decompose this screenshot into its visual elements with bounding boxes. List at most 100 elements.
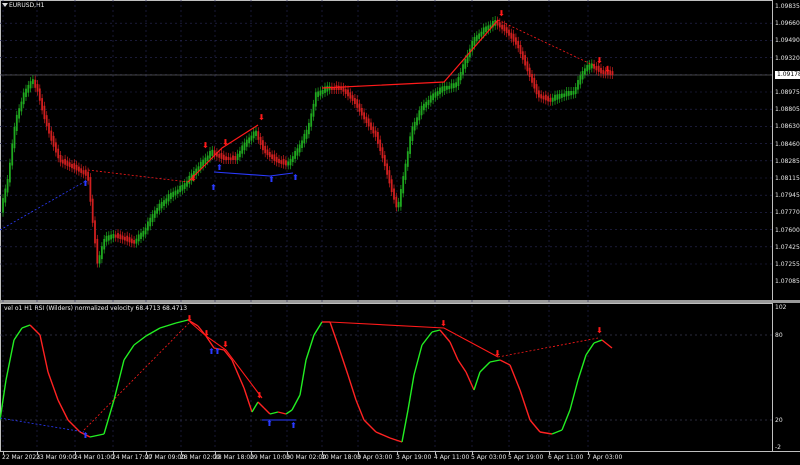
oscillator-segment: [585, 342, 595, 356]
oscillator-segment: [407, 374, 415, 411]
candle-body: [597, 65, 600, 72]
candle-body: [218, 153, 221, 158]
price-support-line: [213, 171, 294, 177]
candle-body: [25, 88, 27, 97]
sell-signal-marker: ⬇: [222, 138, 229, 147]
candle-body: [147, 221, 149, 231]
oscillator-segment: [449, 341, 459, 361]
candle-body: [107, 235, 110, 241]
candle-body: [80, 168, 83, 173]
candle-body: [149, 217, 152, 227]
candle-body: [600, 67, 602, 74]
oscillator-segment: [5, 339, 15, 381]
oscillator-segment: [519, 389, 531, 421]
candle-body: [128, 237, 131, 243]
candle-body: [579, 75, 582, 85]
candle-body: [84, 169, 87, 176]
sell-signal-marker: ⬇: [596, 56, 603, 65]
candle-body: [32, 79, 34, 85]
candle-body: [554, 94, 556, 101]
candle-body: [27, 84, 30, 93]
indicator-sell-marker: ⬇: [494, 349, 501, 358]
candle-body: [611, 71, 614, 75]
candle-body: [183, 183, 186, 189]
candle-body: [593, 63, 595, 69]
candle-body: [48, 122, 50, 134]
oscillator-segment: [561, 409, 571, 431]
oscillator-segment: [231, 359, 245, 389]
candle-body: [450, 83, 453, 89]
candle-body: [547, 96, 549, 102]
candle-body: [515, 37, 517, 45]
candle-body: [259, 136, 262, 146]
candle-body: [234, 156, 237, 160]
candle-body: [429, 95, 432, 103]
candle-body: [586, 65, 589, 72]
oscillator-segment: [257, 401, 265, 409]
candle-body: [179, 185, 181, 193]
oscillator-segment: [299, 359, 307, 396]
candle-body: [66, 160, 69, 166]
candle-body: [268, 151, 271, 158]
sell-signal-marker: ⬇: [190, 174, 197, 183]
candle-body: [144, 227, 147, 235]
oscillator-segment: [457, 359, 467, 373]
candle-body: [423, 103, 425, 111]
candle-body: [365, 116, 368, 124]
candle-body: [11, 143, 14, 166]
oscillator-segment: [499, 359, 511, 366]
candle-body: [103, 238, 106, 250]
candle-body: [563, 93, 566, 97]
candle-body: [38, 88, 41, 101]
candle-body: [452, 83, 455, 89]
candle-body: [383, 155, 386, 167]
candle-body: [570, 91, 572, 96]
candle-body: [220, 153, 223, 159]
oscillator-segment: [313, 321, 323, 336]
candle-body: [59, 155, 62, 163]
candle-body: [567, 91, 570, 96]
oscillator-segment: [569, 379, 579, 411]
indicator-sell-marker: ⬇: [596, 326, 603, 335]
candle-body: [117, 233, 119, 239]
buy-signal-marker: ⬆: [292, 173, 299, 182]
candle-body: [501, 24, 503, 30]
candle-body: [239, 150, 241, 158]
candle-body: [266, 149, 269, 156]
indicator-trendline-dotted: [83, 321, 191, 431]
candle-body: [326, 85, 329, 92]
candle-body: [519, 45, 522, 54]
candle-body: [6, 179, 9, 193]
candle-body: [455, 82, 457, 88]
candle-body: [400, 188, 402, 207]
oscillator-segment: [337, 344, 349, 376]
candle-body: [551, 97, 554, 102]
candle-body: [590, 63, 593, 69]
candle-body: [443, 85, 446, 91]
oscillator-segment: [389, 437, 403, 443]
candle-body: [204, 157, 207, 164]
candle-body: [101, 246, 103, 260]
sell-signal-marker: ⬇: [202, 141, 209, 150]
candle-body: [321, 89, 324, 95]
candle-body: [22, 92, 25, 105]
candle-body: [406, 151, 409, 167]
oscillator-segment: [329, 321, 339, 346]
candle-body: [287, 161, 290, 166]
price-trendline-dotted: [87, 169, 189, 183]
candle-body: [542, 95, 545, 100]
candle-body: [176, 189, 179, 194]
candle-body: [282, 158, 285, 165]
candle-body: [312, 103, 315, 117]
indicator-trendline-dotted: [497, 337, 599, 358]
candle-body: [533, 77, 536, 89]
candle-body: [160, 201, 163, 209]
candle-body: [441, 86, 444, 93]
candle-body: [236, 153, 239, 160]
oscillator-segment: [509, 364, 521, 391]
candle-body: [411, 126, 414, 141]
candle-body: [402, 176, 405, 194]
oscillator-segment: [421, 331, 433, 346]
candle-body: [133, 240, 135, 244]
candle-body: [503, 24, 506, 32]
